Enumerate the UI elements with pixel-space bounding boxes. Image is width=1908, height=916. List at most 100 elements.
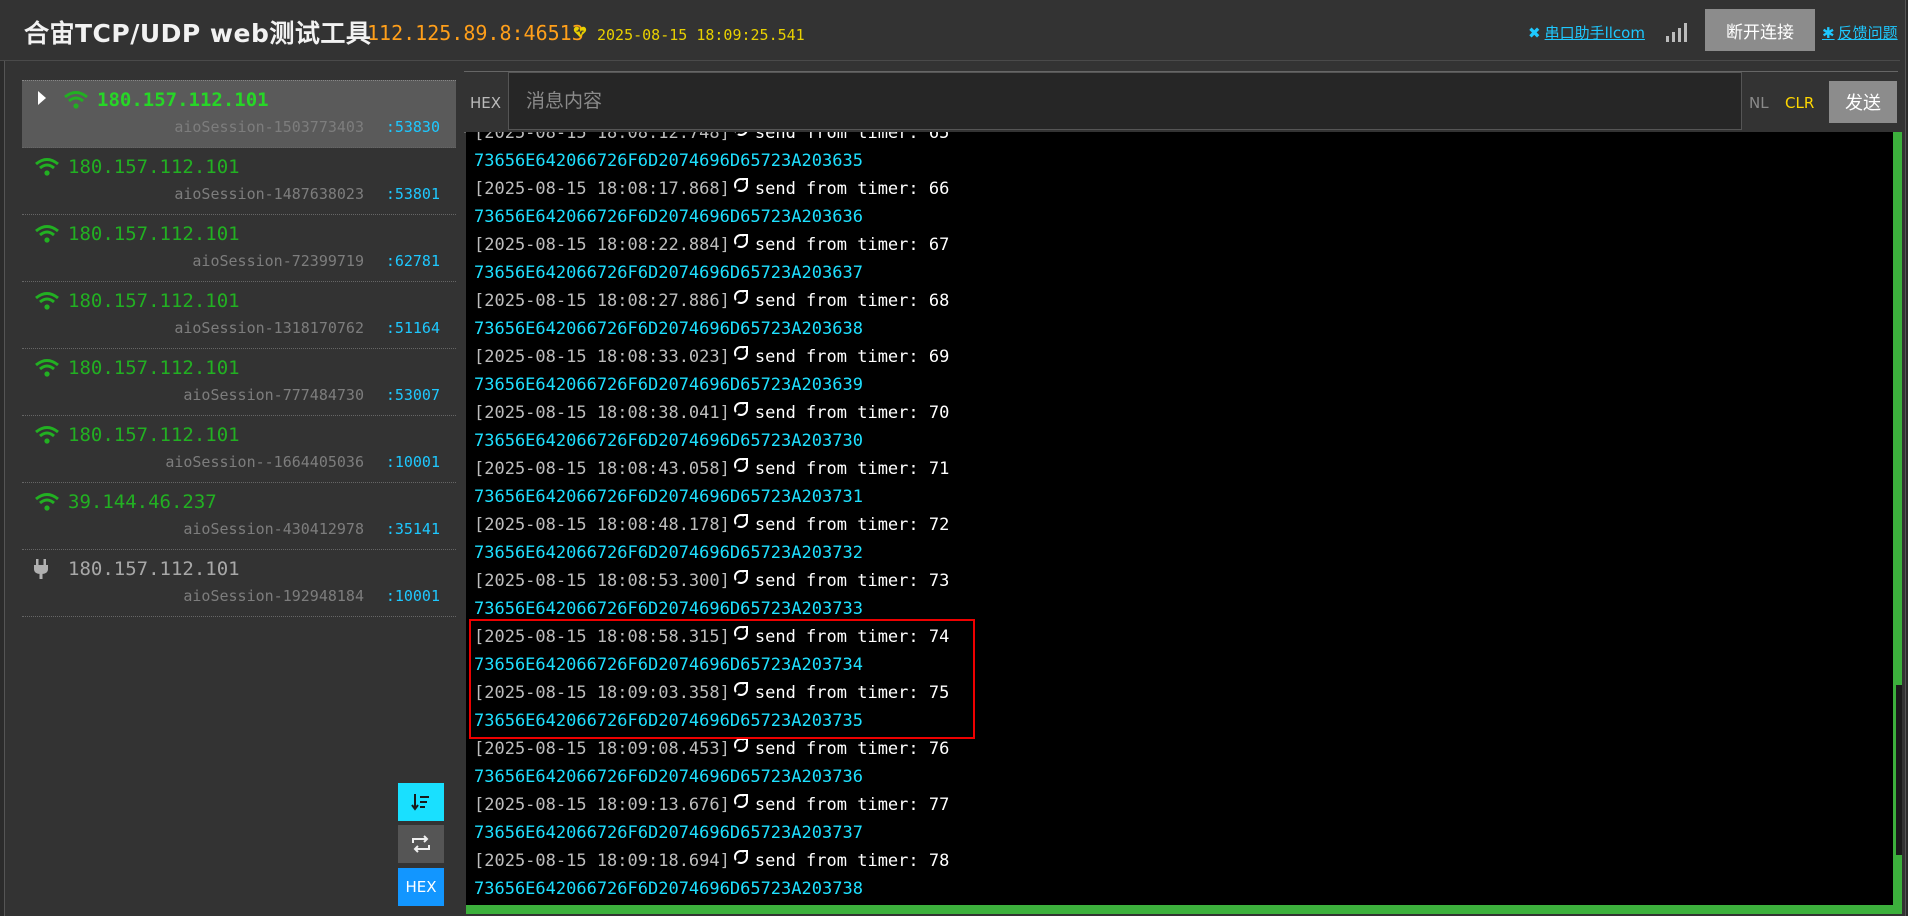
log-entry: [2025-08-15 18:08:12.748] send from timer… xyxy=(474,132,949,147)
log-entry: [2025-08-15 18:09:13.676] send from timer… xyxy=(474,791,949,819)
serial-helper-link[interactable]: ✖ 串口助手llcom xyxy=(1528,22,1645,43)
session-port: :51164 xyxy=(385,319,440,337)
log-entry: [2025-08-15 18:08:53.300] send from timer… xyxy=(474,567,949,595)
session-id: aioSession-1503773403 xyxy=(174,118,364,136)
wifi-icon xyxy=(35,292,59,310)
session-ip: 39.144.46.237 xyxy=(68,491,217,513)
log-text: send from timer: 76 xyxy=(754,739,950,759)
send-icon xyxy=(733,850,748,864)
app-title: 合宙TCP/UDP web测试工具 xyxy=(24,19,372,48)
session-port: :10001 xyxy=(385,587,440,605)
send-icon xyxy=(733,234,748,248)
log-scroll-thumb[interactable] xyxy=(1896,685,1902,855)
log-hex: 73656E642066726F6D2074696D65723A203637 xyxy=(474,263,863,283)
log-timestamp: [2025-08-15 18:08:53.300] xyxy=(474,571,730,591)
send-icon xyxy=(733,290,748,304)
message-log[interactable]: [2025-08-15 18:08:12.748] send from timer… xyxy=(466,132,1893,905)
log-entry: [2025-08-15 18:08:22.884] send from timer… xyxy=(474,231,949,259)
send-icon xyxy=(733,346,748,360)
session-ip: 180.157.112.101 xyxy=(68,156,240,178)
expand-arrow-icon[interactable] xyxy=(38,91,46,105)
heart-icon xyxy=(573,26,587,38)
send-icon xyxy=(733,178,748,192)
header: 合宙TCP/UDP web测试工具 112.125.89.8:46513 202… xyxy=(0,0,1900,61)
wifi-icon xyxy=(35,359,59,377)
wifi-icon xyxy=(35,225,59,243)
log-text: send from timer: 67 xyxy=(754,235,950,255)
session-id: aioSession-1318170762 xyxy=(174,319,364,337)
session-item[interactable]: 180.157.112.101 aioSession-1487638023:538… xyxy=(22,148,456,215)
message-input[interactable] xyxy=(508,72,1742,130)
log-timestamp: [2025-08-15 18:08:17.868] xyxy=(474,179,730,199)
send-icon xyxy=(733,794,748,808)
log-timestamp: [2025-08-15 18:09:18.694] xyxy=(474,851,730,871)
feedback-label: 反馈问题 xyxy=(1837,24,1898,42)
send-button[interactable]: 发送 xyxy=(1829,81,1897,123)
session-ip: 180.157.112.101 xyxy=(68,290,240,312)
session-item[interactable]: 180.157.112.101 aioSession-192948184 :1000… xyxy=(22,550,456,617)
session-ip: 180.157.112.101 xyxy=(68,558,240,580)
session-id: aioSession-430412978 xyxy=(183,520,364,538)
log-hex: 73656E642066726F6D2074696D65723A203636 xyxy=(474,207,863,227)
log-text: send from timer: 71 xyxy=(754,459,950,479)
session-item[interactable]: 180.157.112.101 aioSession-777484730:5300… xyxy=(22,349,456,416)
log-timestamp: [2025-08-15 18:08:38.041] xyxy=(474,403,730,423)
server-address: 112.125.89.8:46513 xyxy=(367,21,584,45)
feedback-link[interactable]: ✱ 反馈问题 xyxy=(1822,22,1898,43)
session-id: aioSession-192948184 xyxy=(183,587,364,605)
bug-icon: ✱ xyxy=(1822,24,1835,42)
clear-button[interactable]: CLR xyxy=(1785,94,1814,112)
log-text: send from timer: 72 xyxy=(754,515,950,535)
log-timestamp: [2025-08-15 18:08:48.178] xyxy=(474,515,730,535)
session-id: aioSession-777484730 xyxy=(183,386,364,404)
log-horizontal-scrollbar[interactable] xyxy=(466,905,1902,914)
log-text: send from timer: 66 xyxy=(754,179,950,199)
session-port: :53830 xyxy=(385,118,440,136)
session-item[interactable]: 180.157.112.101 aioSession-1503773403:538… xyxy=(22,80,456,148)
hex-send-toggle[interactable]: HEX xyxy=(470,94,501,112)
log-hex: 73656E642066726F6D2074696D65723A203736 xyxy=(474,767,863,787)
log-entry: [2025-08-15 18:09:18.694] send from timer… xyxy=(474,847,949,875)
log-text: send from timer: 70 xyxy=(754,403,950,423)
log-entry: [2025-08-15 18:08:33.023] send from timer… xyxy=(474,343,949,371)
send-icon xyxy=(733,570,748,584)
session-item[interactable]: 180.157.112.101 aioSession--1664405036:10… xyxy=(22,416,456,483)
log-entry: [2025-08-15 18:08:27.886] send from timer… xyxy=(474,287,949,315)
scroll-to-bottom-button[interactable] xyxy=(398,783,444,821)
highlight-box xyxy=(469,619,975,739)
log-text: send from timer: 73 xyxy=(754,571,950,591)
session-port: :35141 xyxy=(385,520,440,538)
session-item[interactable]: 39.144.46.237 aioSession-430412978 :35141 xyxy=(22,483,456,550)
log-hex: 73656E642066726F6D2074696D65723A203737 xyxy=(474,823,863,843)
log-entry: [2025-08-15 18:08:17.868] send from timer… xyxy=(474,175,949,203)
disconnect-button[interactable]: 断开连接 xyxy=(1705,9,1815,51)
send-icon xyxy=(733,458,748,472)
newline-toggle[interactable]: NL xyxy=(1749,94,1769,112)
log-timestamp: [2025-08-15 18:09:13.676] xyxy=(474,795,730,815)
log-text: send from timer: 68 xyxy=(754,291,950,311)
hex-display-toggle[interactable]: HEX xyxy=(398,868,444,906)
log-text: send from timer: 65 xyxy=(754,132,950,143)
log-timestamp: [2025-08-15 18:09:08.453] xyxy=(474,739,730,759)
session-item[interactable]: 180.157.112.101 aioSession-1318170762 :511… xyxy=(22,282,456,349)
send-icon xyxy=(734,132,748,136)
send-icon xyxy=(733,402,748,416)
session-item[interactable]: 180.157.112.101 aioSession-72399719:62781 xyxy=(22,215,456,282)
log-entry: [2025-08-15 18:08:43.058] send from timer… xyxy=(474,455,949,483)
wifi-icon xyxy=(64,91,88,109)
serial-helper-label: 串口助手llcom xyxy=(1544,24,1645,42)
log-entry: [2025-08-15 18:08:38.041] send from timer… xyxy=(474,399,949,427)
signal-icon xyxy=(1666,23,1687,42)
session-port: :62781 xyxy=(385,252,440,270)
log-text: send from timer: 77 xyxy=(754,795,950,815)
log-timestamp: [2025-08-15 18:08:12.748] xyxy=(474,132,730,143)
session-id: aioSession-72399719 xyxy=(192,252,364,270)
log-text: send from timer: 78 xyxy=(754,851,950,871)
log-timestamp: [2025-08-15 18:08:22.884] xyxy=(474,235,730,255)
log-hex: 73656E642066726F6D2074696D65723A203638 xyxy=(474,319,863,339)
sort-down-icon xyxy=(411,794,429,811)
session-ip: 180.157.112.101 xyxy=(68,357,240,379)
send-icon xyxy=(733,514,748,528)
repeat-button[interactable] xyxy=(398,825,444,863)
send-icon xyxy=(733,738,748,752)
